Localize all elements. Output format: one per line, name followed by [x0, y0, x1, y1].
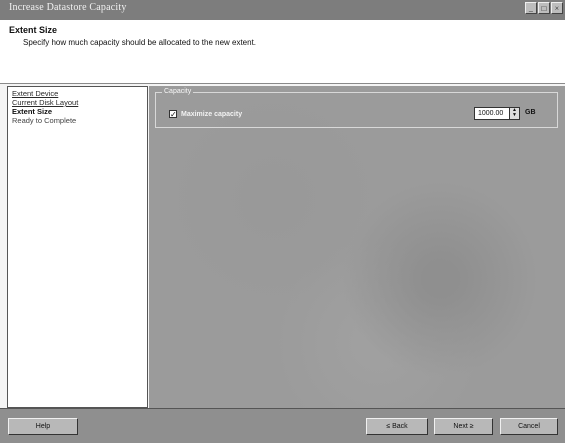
nav-item-ready-to-complete: Ready to Complete	[12, 116, 77, 125]
cancel-button[interactable]: Cancel	[500, 418, 558, 435]
wizard-step-nav: Extent Device Current Disk Layout Extent…	[7, 86, 148, 408]
step-content-panel: Capacity ✓ Maximize capacity 1000.00 ▲ ▼…	[149, 86, 565, 408]
window-title: Increase Datastore Capacity	[9, 2, 127, 13]
nav-item-current-disk-layout[interactable]: Current Disk Layout	[12, 98, 143, 107]
maximize-button[interactable]: □	[538, 2, 550, 14]
maximize-capacity-checkbox[interactable]: ✓	[169, 110, 177, 119]
capacity-groupbox: Capacity ✓ Maximize capacity 1000.00 ▲ ▼…	[155, 88, 558, 128]
capacity-size-spinner[interactable]: 1000.00 ▲ ▼	[474, 107, 520, 120]
window-controls: _ □ ×	[525, 2, 563, 14]
header-divider	[0, 83, 565, 84]
maximize-capacity-label[interactable]: Maximize capacity	[181, 111, 242, 118]
back-button[interactable]: ≤ Back	[366, 418, 428, 435]
capacity-unit-label: GB	[525, 109, 536, 116]
wizard-footer: Help ≤ Back Next ≥ Cancel	[0, 408, 565, 443]
capacity-group-label: Capacity	[162, 88, 194, 95]
spinner-buttons[interactable]: ▲ ▼	[509, 108, 519, 119]
window-titlebar: Increase Datastore Capacity _ □ ×	[0, 0, 565, 20]
next-button[interactable]: Next ≥	[434, 418, 493, 435]
spinner-down-icon[interactable]: ▼	[510, 113, 519, 118]
close-button[interactable]: ×	[551, 2, 563, 14]
nav-item-extent-device[interactable]: Extent Device	[12, 89, 143, 98]
help-button[interactable]: Help	[8, 418, 78, 435]
wizard-header: Extent Size Specify how much capacity sh…	[0, 20, 565, 83]
capacity-size-value[interactable]: 1000.00	[478, 110, 503, 117]
step-title: Extent Size	[9, 25, 58, 35]
step-description: Specify how much capacity should be allo…	[23, 38, 257, 47]
nav-item-extent-size: Extent Size	[12, 107, 53, 116]
increase-datastore-capacity-window: Increase Datastore Capacity _ □ × Extent…	[0, 0, 565, 443]
minimize-button[interactable]: _	[525, 2, 537, 14]
